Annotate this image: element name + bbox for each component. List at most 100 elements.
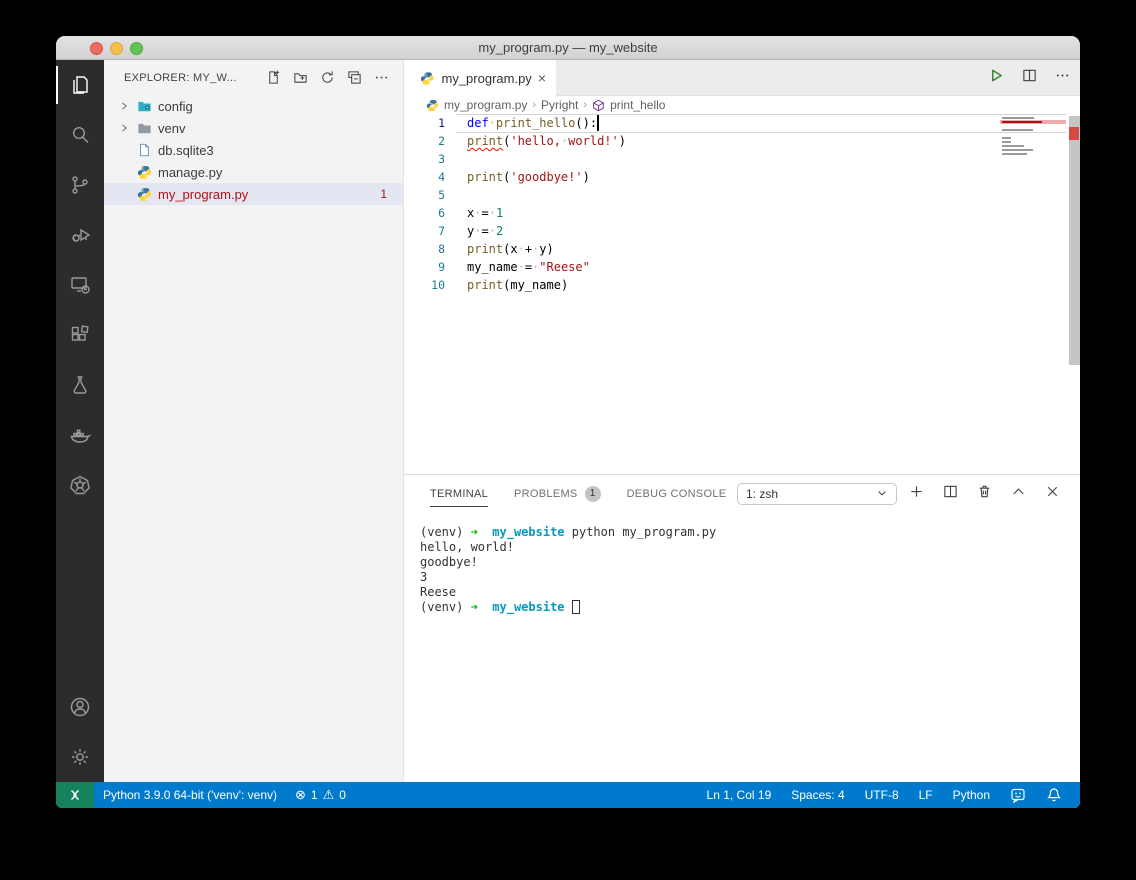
code-line-8[interactable]: 8print(x·+·y) [404,240,1080,258]
editor-more-actions-icon[interactable] [1055,68,1070,88]
line-number: 4 [404,168,445,186]
extensions-icon[interactable] [56,310,104,360]
breadcrumb-module[interactable]: Pyright [541,98,578,112]
kill-terminal-trash-icon[interactable] [977,484,992,504]
indentation-status[interactable]: Spaces: 4 [781,788,854,802]
search-icon[interactable] [56,110,104,160]
settings-gear-icon[interactable] [56,732,104,782]
split-terminal-icon[interactable] [943,484,958,504]
code-line-4[interactable]: 4print('goodbye!') [404,168,1080,186]
tree-item-config[interactable]: config [104,95,403,117]
status-bar: Python 3.9.0 64-bit ('venv': venv) ⊗ 1 ⚠… [56,782,1080,808]
code-editor[interactable]: 1def·print_hello():2print('hello,·world!… [404,114,1080,474]
maximize-panel-icon[interactable] [1011,484,1026,504]
python-interpreter-status[interactable]: Python 3.9.0 64-bit ('venv': venv) [94,788,286,802]
code-text: y·=·2 [467,222,503,240]
error-count: 1 [311,788,318,802]
line-number: 6 [404,204,445,222]
text-cursor [597,115,599,131]
tab-close-icon[interactable]: × [538,70,546,86]
refresh-explorer-icon[interactable] [320,70,335,85]
python-file-icon [426,99,439,112]
line-number: 9 [404,258,445,276]
terminal-line: goodbye! [420,555,1070,570]
tree-item-label: venv [158,121,403,136]
tree-item-venv[interactable]: venv [104,117,403,139]
chevron-right-icon[interactable] [116,123,132,133]
code-line-3[interactable]: 3 [404,150,1080,168]
accounts-icon[interactable] [56,682,104,732]
new-terminal-icon[interactable] [909,484,924,504]
run-python-file-icon[interactable] [989,68,1004,88]
title-bar[interactable]: my_program.py — my_website [56,36,1080,60]
tab-problems[interactable]: PROBLEMS 1 [514,475,601,513]
tab-label: my_program.py [442,71,532,86]
tab-debug-console[interactable]: DEBUG CONSOLE [627,475,727,513]
code-line-10[interactable]: 10print(my_name) [404,276,1080,294]
line-number: 3 [404,150,445,168]
explorer-header-title: EXPLORER: MY_W... [124,72,254,84]
feedback-icon[interactable] [1000,787,1036,803]
code-line-2[interactable]: 2print('hello,·world!') [404,132,1080,150]
tab-terminal[interactable]: TERMINAL [430,475,488,513]
file-tree: config venv db.sqlite3manage.pymy_program.… [104,95,403,205]
eol-status[interactable]: LF [909,788,943,802]
docker-icon[interactable] [56,410,104,460]
collapse-folders-icon[interactable] [347,70,362,85]
explorer-more-actions-icon[interactable] [374,70,389,85]
notifications-bell-icon[interactable] [1036,787,1072,803]
language-mode-status[interactable]: Python [943,788,1000,802]
minimap[interactable] [1000,116,1066,156]
remote-window-indicator[interactable] [56,782,94,808]
close-panel-icon[interactable] [1045,484,1060,504]
folder-config-icon [136,98,152,114]
chevron-down-icon [876,487,888,502]
run-and-debug-icon[interactable] [56,210,104,260]
tree-item-db-sqlite3[interactable]: db.sqlite3 [104,139,403,161]
terminal-line: (venv) ➜ my_website [420,600,1070,615]
explorer-icon[interactable] [56,60,104,110]
terminal-cursor [572,600,580,614]
breadcrumb: my_program.py › Pyright › print_hello [404,96,1080,114]
new-folder-icon[interactable] [293,70,308,85]
code-line-5[interactable]: 5 [404,186,1080,204]
breadcrumb-file[interactable]: my_program.py [444,98,527,112]
line-number: 7 [404,222,445,240]
code-text: x·=·1 [467,204,503,222]
warnings-icon: ⚠ [323,787,335,803]
breadcrumb-separator: › [583,99,587,111]
source-control-icon[interactable] [56,160,104,210]
editor-tab-bar: my_program.py × [404,60,1080,96]
breadcrumb-symbol[interactable]: print_hello [610,98,665,112]
problems-status[interactable]: ⊗ 1 ⚠ 0 [286,787,355,803]
scrollbar-thumb[interactable] [1069,116,1080,365]
code-text: print(x·+·y) [467,240,554,258]
encoding-status[interactable]: UTF-8 [855,788,909,802]
split-editor-icon[interactable] [1022,68,1037,88]
tab-my-program[interactable]: my_program.py × [404,60,556,96]
code-line-6[interactable]: 6 x·=·1 [404,204,1080,222]
editor-scrollbar[interactable] [1068,114,1080,474]
remote-explorer-icon[interactable] [56,260,104,310]
terminal-line: (venv) ➜ my_website python my_program.py [420,525,1070,540]
terminal-shell-select[interactable]: 1: zsh [737,483,897,505]
code-line-9[interactable]: 9 my_name·=·"Reese" [404,258,1080,276]
code-line-7[interactable]: 7 y·=·2 [404,222,1080,240]
tree-item-manage-py[interactable]: manage.py [104,161,403,183]
code-text: my_name·=·"Reese" [467,258,590,276]
cursor-position-status[interactable]: Ln 1, Col 19 [697,788,782,802]
terminal-output[interactable]: (venv) ➜ my_website python my_program.py… [420,525,1070,782]
breadcrumb-separator: › [532,99,536,111]
window-title: my_program.py — my_website [56,36,1080,60]
code-line-1[interactable]: 1def·print_hello(): [404,114,1080,132]
problems-count-badge: 1 [585,486,601,502]
tree-item-my-program-py[interactable]: my_program.py1 [104,183,403,205]
testing-icon[interactable] [56,360,104,410]
terminal-line: 3 [420,570,1070,585]
namespace-cube-icon [592,99,605,112]
new-file-icon[interactable] [266,70,281,85]
explorer-sidebar: EXPLORER: MY_W... config venv db.sqlite3ma… [104,60,404,782]
code-text: def·print_hello(): [467,114,597,132]
kubernetes-icon[interactable] [56,460,104,510]
chevron-right-icon[interactable] [116,101,132,111]
